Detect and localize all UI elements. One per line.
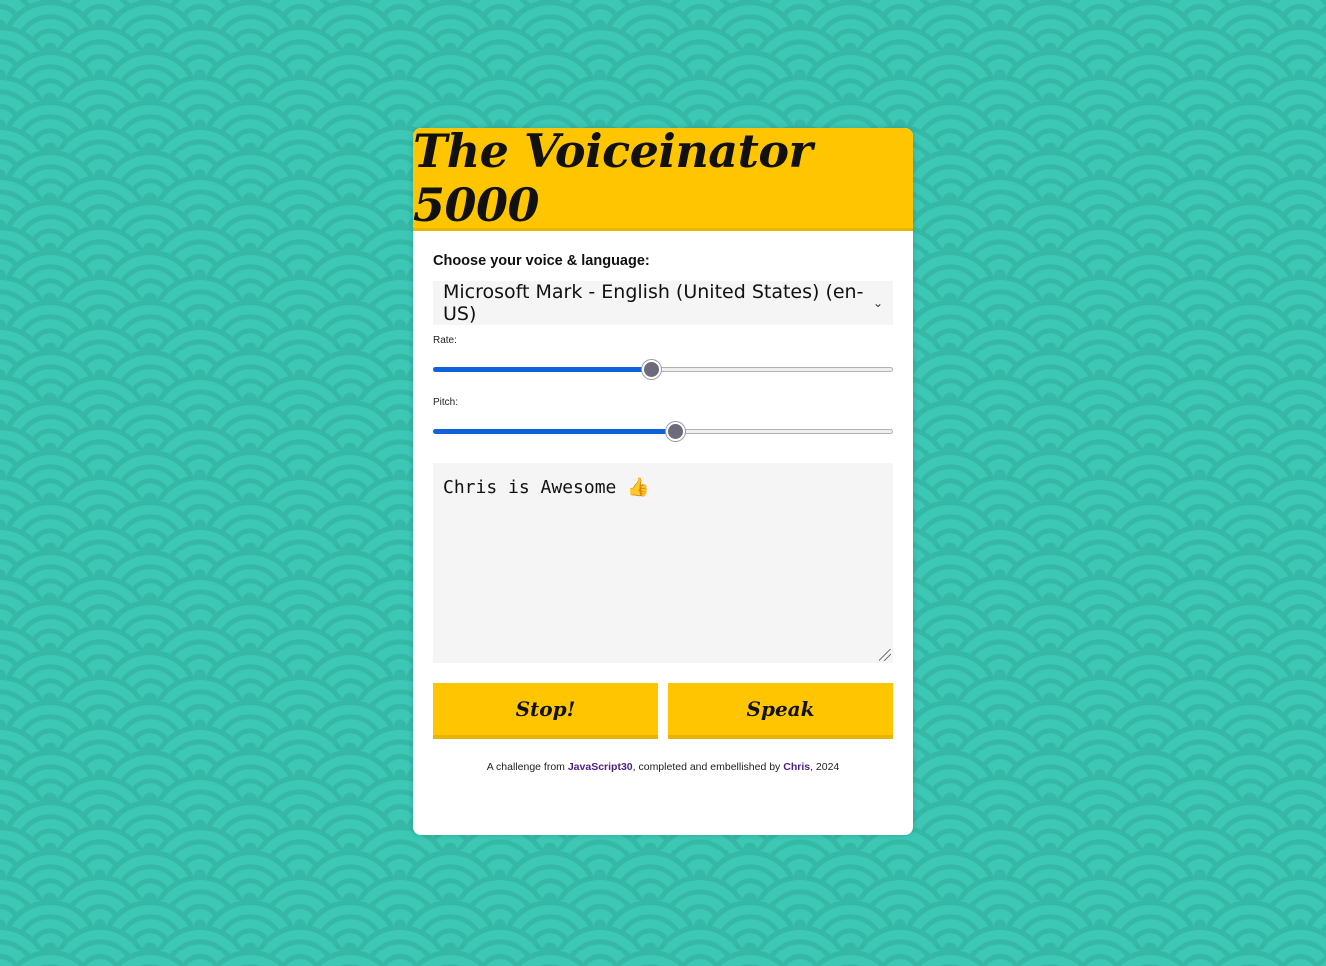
footer-suffix: , 2024 xyxy=(810,761,840,773)
author-link[interactable]: Chris xyxy=(783,761,810,773)
message-text: Chris is Awesome 👍 xyxy=(443,477,650,498)
pitch-slider[interactable] xyxy=(433,409,893,449)
chevron-down-icon: ⌄ xyxy=(872,296,883,310)
rate-slider[interactable] xyxy=(433,347,893,387)
controls: Choose your voice & language: Microsoft … xyxy=(413,231,913,773)
speak-button[interactable]: Speak xyxy=(668,683,893,739)
rate-slider-fill xyxy=(433,367,652,372)
voice-label: Choose your voice & language: xyxy=(433,253,650,269)
stop-button[interactable]: Stop! xyxy=(433,683,658,739)
footer: A challenge from JavaScript30, completed… xyxy=(433,761,893,773)
pitch-slider-thumb[interactable] xyxy=(665,422,685,441)
rate-slider-thumb[interactable] xyxy=(642,360,662,379)
footer-prefix: A challenge from xyxy=(486,761,568,773)
footer-middle: , completed and embellished by xyxy=(632,761,784,773)
button-row: Stop! Speak xyxy=(433,683,893,739)
voiceinator-card: The Voiceinator 5000 Choose your voice &… xyxy=(413,128,913,835)
pitch-label: Pitch: xyxy=(433,397,459,408)
pitch-slider-fill xyxy=(433,429,675,434)
message-textarea[interactable]: Chris is Awesome 👍 xyxy=(433,463,893,663)
resize-handle-icon[interactable] xyxy=(879,649,891,661)
voice-select-value: Microsoft Mark - English (United States)… xyxy=(443,281,864,325)
page-title: The Voiceinator 5000 xyxy=(413,128,813,232)
header: The Voiceinator 5000 xyxy=(413,128,913,232)
voice-select[interactable]: Microsoft Mark - English (United States)… xyxy=(433,281,893,325)
rate-label: Rate: xyxy=(433,335,457,346)
javascript30-link[interactable]: JavaScript30 xyxy=(568,761,633,773)
